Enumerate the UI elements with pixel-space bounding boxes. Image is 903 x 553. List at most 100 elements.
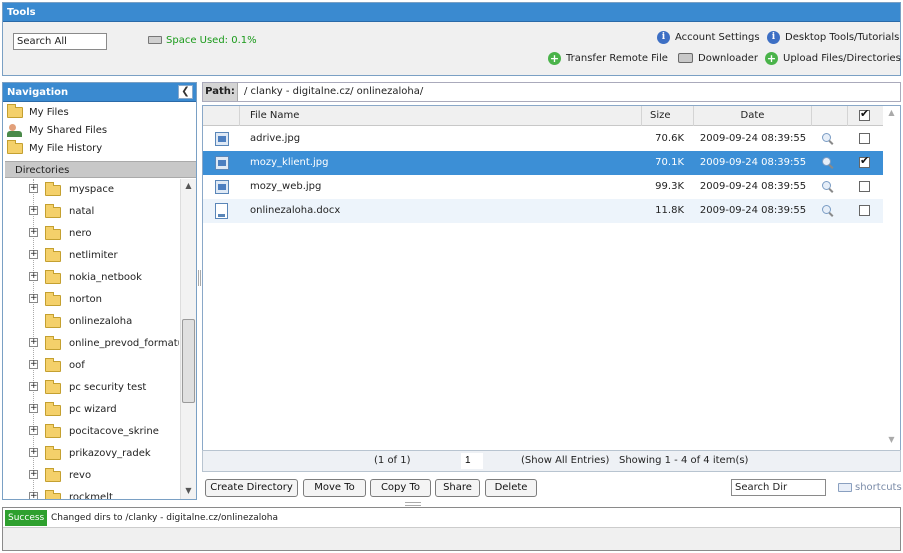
tree-item[interactable]: + online_prevod_formatu: [3, 333, 179, 355]
share-button[interactable]: Share: [435, 479, 480, 497]
file-size: 99.3K: [655, 181, 684, 192]
file-row[interactable]: onlinezaloha.docx 11.8K 2009-09-24 08:39:5…: [203, 199, 883, 223]
upload-files-link[interactable]: + Upload Files/Directories: [765, 51, 901, 67]
tree-item[interactable]: + nero: [3, 223, 179, 245]
tree-item[interactable]: + nokia_netbook: [3, 267, 179, 289]
show-all-entries-link[interactable]: (Show All Entries): [521, 451, 609, 471]
expand-icon[interactable]: +: [29, 404, 38, 413]
expand-icon[interactable]: +: [29, 492, 38, 499]
row-checkbox[interactable]: [859, 155, 870, 168]
expand-icon[interactable]: +: [29, 272, 38, 281]
file-name: mozy_web.jpg: [250, 181, 322, 192]
nav-item-label: My Files: [29, 107, 69, 118]
tree-item[interactable]: + natal: [3, 201, 179, 223]
shortcuts-label: shortcuts: [855, 482, 902, 493]
tree-item-label: pc security test: [69, 382, 147, 393]
file-grid-header: File Name Size Date: [203, 106, 883, 126]
tree-item[interactable]: + pocitacove_skrine: [3, 421, 179, 443]
tree-item-label: revo: [69, 470, 92, 481]
expand-icon[interactable]: +: [29, 360, 38, 369]
file-grid-scrollbar[interactable]: ▲ ▼: [883, 106, 900, 471]
image-file-icon: [215, 180, 229, 194]
copy-to-button[interactable]: Copy To: [370, 479, 431, 497]
search-dir-input[interactable]: [731, 479, 826, 496]
status-message: Changed dirs to /clanky - digitalne.cz/o…: [51, 513, 278, 523]
scroll-down-arrow-icon[interactable]: ▼: [885, 434, 898, 446]
desktop-tools-link[interactable]: i Desktop Tools/Tutorials: [767, 30, 899, 46]
scroll-up-arrow-icon[interactable]: ▲: [885, 107, 898, 119]
tree-item-label: norton: [69, 294, 102, 305]
expand-icon[interactable]: +: [29, 426, 38, 435]
expand-icon[interactable]: +: [29, 470, 38, 479]
magnifier-icon[interactable]: [822, 133, 833, 144]
desktop-tools-label: Desktop Tools/Tutorials: [785, 32, 900, 43]
tree-item[interactable]: + netlimiter: [3, 245, 179, 267]
file-date: 2009-09-24 08:39:55: [699, 157, 807, 168]
expand-icon[interactable]: +: [29, 382, 38, 391]
tree-item[interactable]: + revo: [3, 465, 179, 487]
expand-icon[interactable]: +: [29, 294, 38, 303]
tree-item-label: onlinezaloha: [69, 316, 133, 327]
file-size: 70.6K: [655, 133, 684, 144]
tree-item[interactable]: + myspace: [3, 179, 179, 201]
space-used-indicator: Space Used: 0.1%: [148, 33, 257, 49]
scroll-down-arrow-icon[interactable]: ▼: [181, 484, 196, 498]
tree-item-label: nero: [69, 228, 92, 239]
nav-item-my-files[interactable]: My Files: [3, 103, 196, 122]
tree-item[interactable]: + pc security test: [3, 377, 179, 399]
tree-item[interactable]: + pc wizard: [3, 399, 179, 421]
folder-icon: [45, 358, 61, 372]
account-settings-link[interactable]: i Account Settings: [657, 30, 760, 46]
select-all-checkbox[interactable]: [859, 108, 870, 121]
tree-item[interactable]: + prikazovy_radek: [3, 443, 179, 465]
tree-item[interactable]: + norton: [3, 289, 179, 311]
column-header-file-name[interactable]: File Name: [240, 106, 642, 126]
file-row[interactable]: adrive.jpg 70.6K 2009-09-24 08:39:55: [203, 127, 883, 151]
move-to-button[interactable]: Move To: [303, 479, 366, 497]
folder-icon: [45, 182, 61, 196]
transfer-remote-file-link[interactable]: + Transfer Remote File: [548, 51, 668, 67]
scrollbar-thumb[interactable]: [182, 319, 195, 403]
horizontal-splitter-handle[interactable]: [405, 502, 421, 506]
tree-item[interactable]: + rockmelt: [3, 487, 179, 499]
column-header-size[interactable]: Size: [642, 106, 694, 126]
search-all-input[interactable]: [13, 33, 107, 50]
folder-icon: [45, 402, 61, 416]
row-checkbox[interactable]: [859, 181, 870, 192]
scroll-up-arrow-icon[interactable]: ▲: [181, 179, 196, 193]
tree-item[interactable]: + oof: [3, 355, 179, 377]
path-bar: Path: / clanky - digitalne.cz/ onlinezal…: [202, 82, 901, 102]
column-header-date[interactable]: Date: [694, 106, 812, 126]
expand-icon[interactable]: +: [29, 250, 38, 259]
collapse-navigation-button[interactable]: ❮: [178, 85, 193, 99]
expand-icon[interactable]: +: [29, 184, 38, 193]
row-checkbox[interactable]: [859, 205, 870, 216]
page-number-input[interactable]: [461, 453, 483, 469]
magnifier-icon[interactable]: [822, 157, 833, 168]
magnifier-icon[interactable]: [822, 205, 833, 216]
upload-files-label: Upload Files/Directories: [783, 53, 901, 64]
vertical-splitter-handle[interactable]: [198, 270, 201, 286]
row-checkbox[interactable]: [859, 133, 870, 144]
folder-icon: [45, 204, 61, 218]
downloader-link[interactable]: Downloader: [678, 51, 758, 67]
path-value[interactable]: / clanky - digitalne.cz/ onlinezaloha/: [244, 83, 423, 101]
file-row[interactable]: mozy_klient.jpg 70.1K 2009-09-24 08:39:55: [203, 151, 883, 175]
create-directory-button[interactable]: Create Directory: [205, 479, 298, 497]
nav-item-my-shared-files[interactable]: My Shared Files: [3, 122, 196, 140]
expand-icon[interactable]: +: [29, 206, 38, 215]
add-icon: +: [765, 51, 778, 65]
account-settings-label: Account Settings: [675, 32, 760, 43]
magnifier-icon[interactable]: [822, 181, 833, 192]
expand-icon[interactable]: +: [29, 228, 38, 237]
delete-button[interactable]: Delete: [485, 479, 537, 497]
navigation-scrollbar[interactable]: ▲ ▼: [180, 179, 196, 499]
status-line: Success Changed dirs to /clanky - digita…: [3, 508, 900, 528]
expand-icon[interactable]: +: [29, 448, 38, 457]
nav-item-my-file-history[interactable]: My File History: [3, 139, 196, 158]
tree-item[interactable]: onlinezaloha: [3, 311, 179, 333]
folder-icon: [45, 446, 61, 460]
expand-icon[interactable]: +: [29, 338, 38, 347]
file-row[interactable]: mozy_web.jpg 99.3K 2009-09-24 08:39:55: [203, 175, 883, 199]
shortcuts-link[interactable]: shortcuts: [838, 480, 902, 496]
